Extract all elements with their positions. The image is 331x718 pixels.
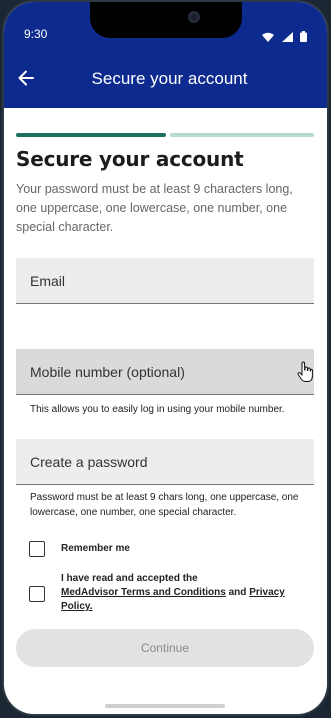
battery-icon bbox=[300, 31, 307, 43]
hand-pointer-icon bbox=[297, 361, 313, 382]
page-heading: Secure your account bbox=[16, 147, 244, 171]
continue-button[interactable]: Continue bbox=[16, 629, 314, 667]
remember-me-checkbox[interactable] bbox=[29, 541, 45, 557]
terms-label: I have read and accepted the MedAdvisor T… bbox=[61, 572, 309, 614]
camera-icon bbox=[188, 11, 200, 23]
mobile-field-label: Mobile number (optional) bbox=[30, 364, 185, 380]
progress-step-1 bbox=[16, 133, 166, 137]
terms-and: and bbox=[228, 587, 247, 598]
status-bar: 9:30 bbox=[4, 2, 327, 50]
email-field-label: Email bbox=[30, 273, 66, 289]
progress-step-2 bbox=[170, 133, 314, 137]
email-field[interactable]: Email bbox=[16, 258, 314, 304]
password-field-label: Create a password bbox=[30, 454, 148, 470]
terms-prefix: I have read and accepted the bbox=[61, 573, 198, 584]
app-bar-title: Secure your account bbox=[91, 69, 248, 88]
status-icons bbox=[259, 28, 307, 46]
password-field[interactable]: Create a password bbox=[16, 439, 314, 485]
status-time: 9:30 bbox=[24, 27, 48, 41]
terms-link[interactable]: MedAdvisor Terms and Conditions bbox=[61, 587, 226, 598]
step-progress bbox=[16, 133, 314, 137]
home-indicator bbox=[105, 704, 225, 708]
signal-icon bbox=[281, 31, 293, 42]
wifi-icon bbox=[262, 32, 275, 42]
mobile-hint: This allows you to easily log in using y… bbox=[30, 404, 285, 415]
mobile-number-field[interactable]: Mobile number (optional) bbox=[16, 349, 314, 395]
app-bar: Secure your account bbox=[4, 50, 327, 108]
password-hint: Password must be at least 9 chars long, … bbox=[30, 492, 299, 518]
terms-checkbox[interactable] bbox=[29, 586, 45, 602]
password-requirements-text: Your password must be at least 9 charact… bbox=[16, 182, 293, 234]
remember-me-label[interactable]: Remember me bbox=[61, 542, 130, 556]
phone-screen: 9:30 Secure your account Secure your acc… bbox=[4, 2, 327, 714]
camera-notch bbox=[90, 2, 242, 38]
